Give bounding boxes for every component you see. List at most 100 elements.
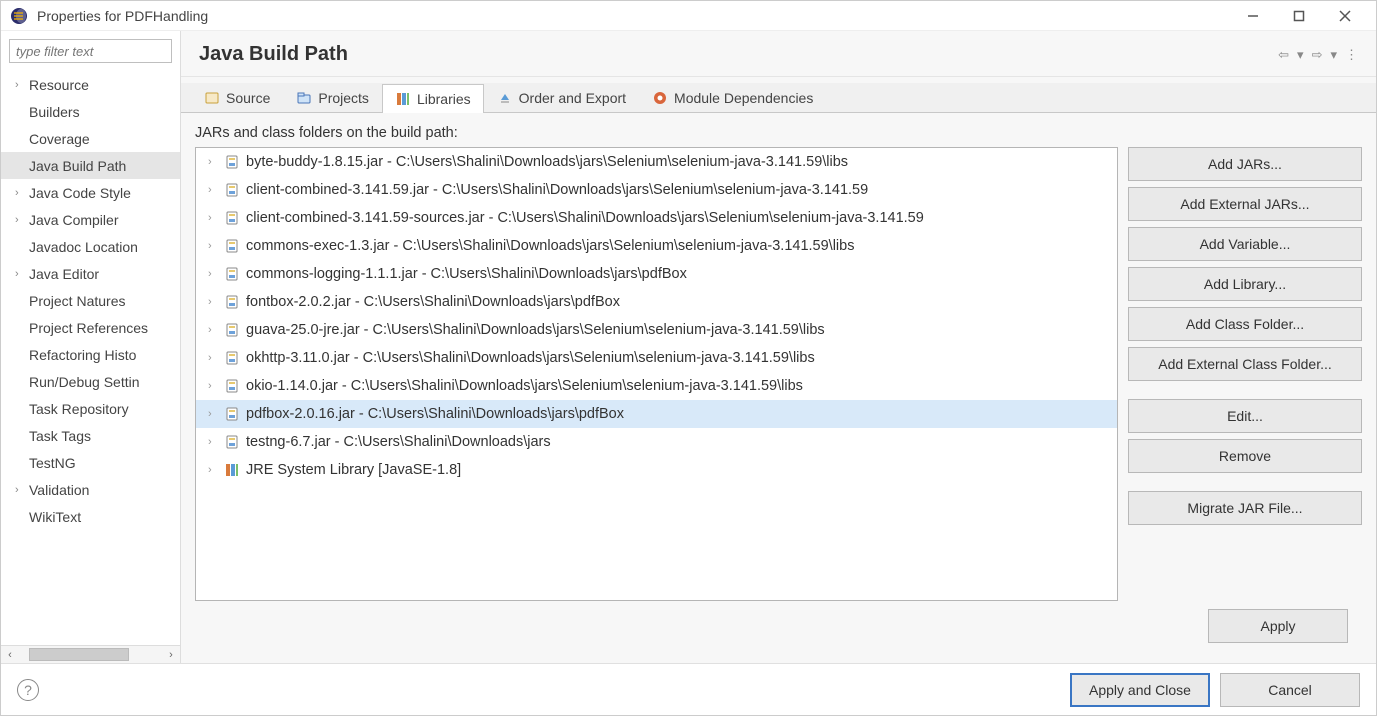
jar-icon [224,406,240,422]
tab-label: Order and Export [519,90,626,106]
add-external-jars-button[interactable]: Add External JARs... [1128,187,1362,221]
libraries-list[interactable]: ›byte-buddy-1.8.15.jar - C:\Users\Shalin… [195,147,1118,601]
add-external-class-folder-button[interactable]: Add External Class Folder... [1128,347,1362,381]
jar-icon [224,238,240,254]
library-entry[interactable]: ›okio-1.14.0.jar - C:\Users\Shalini\Down… [196,372,1117,400]
add-library-button[interactable]: Add Library... [1128,267,1362,301]
sidebar-tree[interactable]: ›ResourceBuildersCoverageJava Build Path… [1,69,180,645]
content-area: Java Build Path ⇦ ▾ ⇨ ▾ ⋮ Source Projects… [181,31,1376,663]
library-entry[interactable]: ›commons-logging-1.1.1.jar - C:\Users\Sh… [196,260,1117,288]
library-entry[interactable]: ›commons-exec-1.3.jar - C:\Users\Shalini… [196,232,1117,260]
remove-button[interactable]: Remove [1128,439,1362,473]
chevron-right-icon: › [208,352,222,364]
cancel-button[interactable]: Cancel [1220,673,1360,707]
sidebar-item[interactable]: ›Resource [1,71,180,98]
tab-label: Libraries [417,91,471,107]
filter-input[interactable] [10,40,171,62]
bottom-bar: ? Apply and Close Cancel [1,663,1376,715]
jar-icon [224,154,240,170]
minimize-button[interactable] [1230,1,1276,31]
sidebar-item[interactable]: Project Natures [1,287,180,314]
edit-button[interactable]: Edit... [1128,399,1362,433]
migrate-button[interactable]: Migrate JAR File... [1128,491,1362,525]
sidebar-item[interactable]: ›Validation [1,476,180,503]
sidebar-item[interactable]: ›Java Compiler [1,206,180,233]
page-title: Java Build Path [199,43,1278,66]
sidebar-item[interactable]: Task Tags [1,422,180,449]
add-variable-button[interactable]: Add Variable... [1128,227,1362,261]
entry-label: client-combined-3.141.59-sources.jar - C… [246,210,924,226]
properties-window: Properties for PDFHandling ›ResourceBuil… [0,0,1377,716]
sidebar-item-label: Javadoc Location [29,239,138,255]
sidebar-item-label: Resource [29,77,89,93]
library-entry[interactable]: › okhttp-3.11.0.jar - C:\Users\Shalini\Do… [196,344,1117,372]
sidebar-hscroll[interactable]: ‹ › [1,645,180,663]
library-entry[interactable]: ›client-combined-3.141.59.jar - C:\Users… [196,176,1117,204]
sidebar-item[interactable]: Java Build Path [1,152,180,179]
add-jars-button[interactable]: Add JARs... [1128,147,1362,181]
forward-icon[interactable]: ⇨ [1312,47,1323,63]
scroll-left-icon[interactable]: ‹ [1,646,19,663]
chevron-right-icon: › [15,79,29,91]
sidebar-item[interactable]: WikiText [1,503,180,530]
tabbar: Source Projects Libraries Order and Export M… [181,83,1376,113]
entry-label: commons-logging-1.1.1.jar - C:\Users\Sha… [246,266,687,282]
sidebar-item[interactable]: Project References [1,314,180,341]
sidebar-item-label: Coverage [29,131,90,147]
sidebar-item[interactable]: Coverage [1,125,180,152]
back-icon[interactable]: ⇦ [1278,47,1289,63]
side-buttons: Add JARs... Add External JARs... Add Var… [1128,147,1362,601]
sidebar-item-label: Run/Debug Settin [29,374,140,390]
tab[interactable]: Order and Export [484,83,639,112]
jar-icon [224,210,240,226]
sidebar-item-label: Project Natures [29,293,125,309]
library-entry[interactable]: ›fontbox-2.0.2.jar - C:\Users\Shalini\Do… [196,288,1117,316]
jar-icon [224,378,240,394]
tab-label: Source [226,90,270,106]
tab-icon [204,90,220,106]
view-menu-icon[interactable]: ⋮ [1345,47,1358,63]
apply-and-close-button[interactable]: Apply and Close [1070,673,1210,707]
sidebar-item-label: Task Repository [29,401,129,417]
tab[interactable]: Module Dependencies [639,83,826,112]
apply-button[interactable]: Apply [1208,609,1348,643]
library-entry[interactable]: ›client-combined-3.141.59-sources.jar - … [196,204,1117,232]
sidebar-item[interactable]: Refactoring Histo [1,341,180,368]
chevron-right-icon: › [15,187,29,199]
tab[interactable]: Source [191,83,283,112]
help-icon[interactable]: ? [17,679,39,701]
list-caption: JARs and class folders on the build path… [195,125,1362,141]
library-entry[interactable]: ›pdfbox-2.0.16.jar - C:\Users\Shalini\Do… [196,400,1117,428]
sidebar-item[interactable]: Javadoc Location [1,233,180,260]
tab[interactable]: Projects [283,83,382,112]
sidebar-item[interactable]: Task Repository [1,395,180,422]
scroll-thumb[interactable] [29,648,129,661]
back-menu-icon[interactable]: ▾ [1297,47,1304,63]
filter-field[interactable] [9,39,172,63]
close-button[interactable] [1322,1,1368,31]
add-class-folder-button[interactable]: Add Class Folder... [1128,307,1362,341]
jar-icon [224,350,240,366]
tab[interactable]: Libraries [382,84,484,113]
tab-icon [652,90,668,106]
library-entry[interactable]: ›testng-6.7.jar - C:\Users\Shalini\Downl… [196,428,1117,456]
maximize-button[interactable] [1276,1,1322,31]
tab-icon [296,90,312,106]
forward-menu-icon[interactable]: ▾ [1330,47,1337,63]
sidebar-item[interactable]: Run/Debug Settin [1,368,180,395]
chevron-right-icon: › [208,436,222,448]
library-entry[interactable]: ›JRE System Library [JavaSE-1.8] [196,456,1117,484]
entry-label: JRE System Library [JavaSE-1.8] [246,462,461,478]
sidebar-item[interactable]: ›Java Editor [1,260,180,287]
sidebar-item[interactable]: TestNG [1,449,180,476]
sidebar-item[interactable]: ›Java Code Style [1,179,180,206]
entry-label: commons-exec-1.3.jar - C:\Users\Shalini\… [246,238,854,254]
entry-label: okhttp-3.11.0.jar - C:\Users\Shalini\Dow… [246,350,815,366]
library-entry[interactable]: ›guava-25.0-jre.jar - C:\Users\Shalini\D… [196,316,1117,344]
sidebar-item[interactable]: Builders [1,98,180,125]
library-entry[interactable]: ›byte-buddy-1.8.15.jar - C:\Users\Shalin… [196,148,1117,176]
sidebar-item-label: Validation [29,482,89,498]
sidebar-item-label: Project References [29,320,148,336]
sidebar-item-label: Builders [29,104,80,120]
scroll-right-icon[interactable]: › [162,646,180,663]
